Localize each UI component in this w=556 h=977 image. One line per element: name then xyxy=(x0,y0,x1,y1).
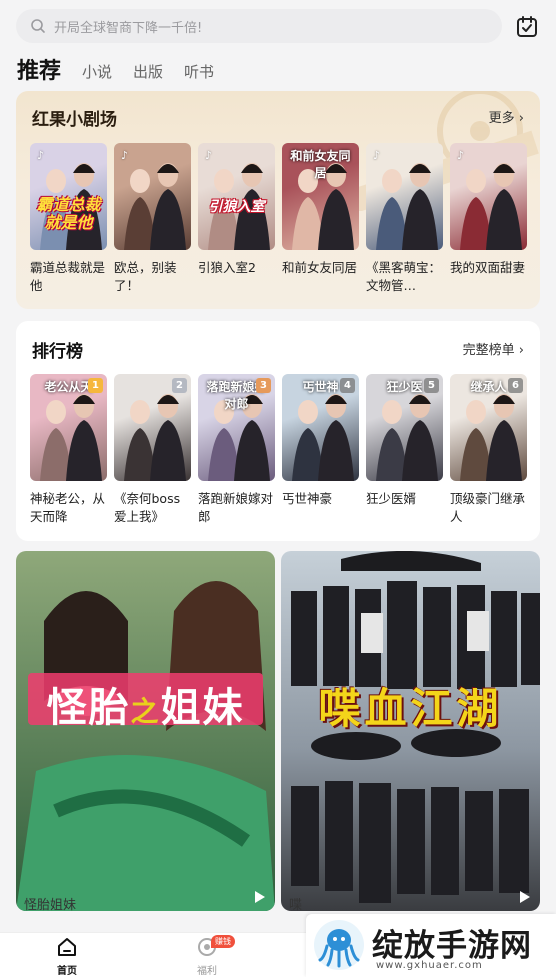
item-title: 《黑客萌宝：文物管… xyxy=(366,260,442,293)
feed-caption: 喋 xyxy=(289,898,303,911)
ranking-item[interactable]: 继承人 6 顶级豪门继承人 xyxy=(450,374,527,526)
feed-card[interactable]: 喋血江湖 喋 xyxy=(281,551,540,911)
poster-thumbnail: ♪ 霸道总裁就是他 xyxy=(30,143,107,250)
poster-thumbnail: 老公从天 1 xyxy=(30,374,107,481)
poster-thumbnail: 落跑新娘嫁对郎 3 xyxy=(198,374,275,481)
rank-badge: 4 xyxy=(340,378,355,393)
theater-section: 红果小剧场 更多 › ♪ 霸道总裁就是他 霸道总裁就是他 ♪ 欧总，别装了！ ♪ 引狼入室引… xyxy=(16,91,540,309)
play-icon xyxy=(255,891,265,903)
item-title: 落跑新娘嫁对郎 xyxy=(198,491,274,524)
poster-title-text: 引狼入室 xyxy=(208,199,265,215)
nav-welfare-label: 福利 xyxy=(197,966,217,977)
item-title: 顶级豪门继承人 xyxy=(450,491,526,524)
ranking-item[interactable]: 2 《奈何boss爱上我》 xyxy=(114,374,191,526)
item-title: 神秘老公，从天而降 xyxy=(30,491,106,524)
theater-item[interactable]: ♪ 和前女友同居 和前女友同居 xyxy=(282,143,359,295)
theater-more-label: 更多 xyxy=(488,111,515,126)
calendar-check-icon[interactable] xyxy=(514,14,540,40)
item-title: 欧总，别装了！ xyxy=(114,260,177,293)
poster-thumbnail: 继承人 6 xyxy=(450,374,527,481)
ranking-section: 排行榜 完整榜单 › 老公从天 1 神秘老公，从天而降 2 《奈何boss爱上我》 落跑新… xyxy=(16,321,540,541)
ranking-item[interactable]: 落跑新娘嫁对郎 3 落跑新娘嫁对郎 xyxy=(198,374,275,526)
feed-overlay-title: 喋血江湖 xyxy=(318,684,503,733)
poster-thumbnail: 狂少医 5 xyxy=(366,374,443,481)
poster-thumbnail: 丐世神 4 xyxy=(282,374,359,481)
tiktok-icon: ♪ xyxy=(37,149,45,162)
feed-overlay-part1: 怪胎 xyxy=(46,685,131,731)
poster-thumbnail: ♪ 引狼入室 xyxy=(198,143,275,250)
theater-more-link[interactable]: 更多 › xyxy=(489,107,524,126)
tab-recommend[interactable]: 推荐 xyxy=(17,53,61,86)
tab-audiobook[interactable]: 听书 xyxy=(184,61,214,86)
rank-badge: 1 xyxy=(88,378,103,393)
ranking-list: 老公从天 1 神秘老公，从天而降 2 《奈何boss爱上我》 落跑新娘嫁对郎 3 落跑新娘嫁对… xyxy=(30,374,534,526)
nav-home[interactable]: 首页 xyxy=(37,937,97,977)
feed-overlay-part2: 姐妹 xyxy=(160,685,245,731)
item-title: 我的双面甜妻 xyxy=(450,260,526,275)
chevron-right-icon: › xyxy=(518,111,524,126)
poster-thumbnail: ♪ xyxy=(366,143,443,250)
watermark-url: www.gxhuaer.com xyxy=(376,960,483,971)
theater-item[interactable]: ♪ 欧总，别装了！ xyxy=(114,143,191,295)
tiktok-icon: ♪ xyxy=(121,149,129,162)
chevron-right-icon: › xyxy=(518,343,524,358)
ranking-title: 排行榜 xyxy=(32,342,83,362)
top-bar: 开局全球智商下降一千倍! xyxy=(0,0,556,48)
item-title: 狂少医婿 xyxy=(366,491,417,506)
rank-badge: 2 xyxy=(172,378,187,393)
theater-item[interactable]: ♪ 霸道总裁就是他 霸道总裁就是他 xyxy=(30,143,107,295)
item-title: 和前女友同居 xyxy=(282,260,358,275)
tiktok-icon: ♪ xyxy=(205,149,213,162)
feed-overlay-mid: 之 xyxy=(130,695,161,728)
theater-item[interactable]: ♪ 我的双面甜妻 xyxy=(450,143,527,295)
rank-badge: 6 xyxy=(508,378,523,393)
item-title: 丐世神豪 xyxy=(282,491,333,506)
ranking-item[interactable]: 狂少医 5 狂少医婿 xyxy=(366,374,443,526)
theater-item[interactable]: ♪ 引狼入室引狼入室2 xyxy=(198,143,275,295)
ranking-more-label: 完整榜单 xyxy=(462,343,515,358)
feed-overlay-title: 怪胎之姐妹 xyxy=(16,675,275,733)
poster-thumbnail: 2 xyxy=(114,374,191,481)
poster-top-text: 和前女友同居 xyxy=(290,149,351,180)
tab-publish[interactable]: 出版 xyxy=(133,61,163,86)
play-icon xyxy=(520,891,530,903)
search-icon xyxy=(31,19,45,33)
poster-title-text: 霸道总裁就是他 xyxy=(36,195,101,232)
ranking-full-list-link[interactable]: 完整榜单 › xyxy=(463,339,524,358)
theater-item[interactable]: ♪ 《黑客萌宝：文物管… xyxy=(366,143,443,295)
theater-list: ♪ 霸道总裁就是他 霸道总裁就是他 ♪ 欧总，别装了！ ♪ 引狼入室 引狼入室2 ♪ 和前女友同居… xyxy=(30,143,534,295)
home-icon xyxy=(58,938,76,956)
octopus-logo-icon xyxy=(314,920,364,970)
poster-thumbnail: ♪ xyxy=(114,143,191,250)
item-title: 《奈何boss爱上我》 xyxy=(114,491,181,524)
search-input[interactable]: 开局全球智商下降一千倍! xyxy=(16,9,502,43)
theater-title: 红果小剧场 xyxy=(32,110,117,130)
site-watermark: 绽放手游网 www.gxhuaer.com xyxy=(306,914,556,977)
earn-badge: 赚钱 xyxy=(211,935,235,948)
rank-badge: 5 xyxy=(424,378,439,393)
tab-novel[interactable]: 小说 xyxy=(82,61,112,86)
nav-home-label: 首页 xyxy=(57,966,77,977)
poster-thumbnail: ♪ 和前女友同居 xyxy=(282,143,359,250)
item-title: 霸道总裁就是他 xyxy=(30,260,106,293)
ranking-item[interactable]: 老公从天 1 神秘老公，从天而降 xyxy=(30,374,107,526)
rank-badge: 3 xyxy=(256,378,271,393)
nav-welfare[interactable]: 赚钱 福利 xyxy=(177,935,237,977)
watermark-title: 绽放手游网 xyxy=(372,928,532,964)
tiktok-icon: ♪ xyxy=(457,149,465,162)
search-placeholder: 开局全球智商下降一千倍! xyxy=(54,20,203,36)
poster-thumbnail: ♪ xyxy=(450,143,527,250)
item-title: 引狼入室2 xyxy=(198,260,256,275)
tiktok-icon: ♪ xyxy=(373,149,381,162)
category-tabs: 推荐 小说 出版 听书 xyxy=(17,52,235,86)
feed-caption: 怪胎姐妹 xyxy=(24,898,77,911)
feed-card[interactable]: 怪胎之姐妹 怪胎姐妹 xyxy=(16,551,275,911)
video-feed: 怪胎之姐妹 怪胎姐妹 喋血江湖 喋 xyxy=(16,551,540,911)
ranking-item[interactable]: 丐世神 4 丐世神豪 xyxy=(282,374,359,526)
